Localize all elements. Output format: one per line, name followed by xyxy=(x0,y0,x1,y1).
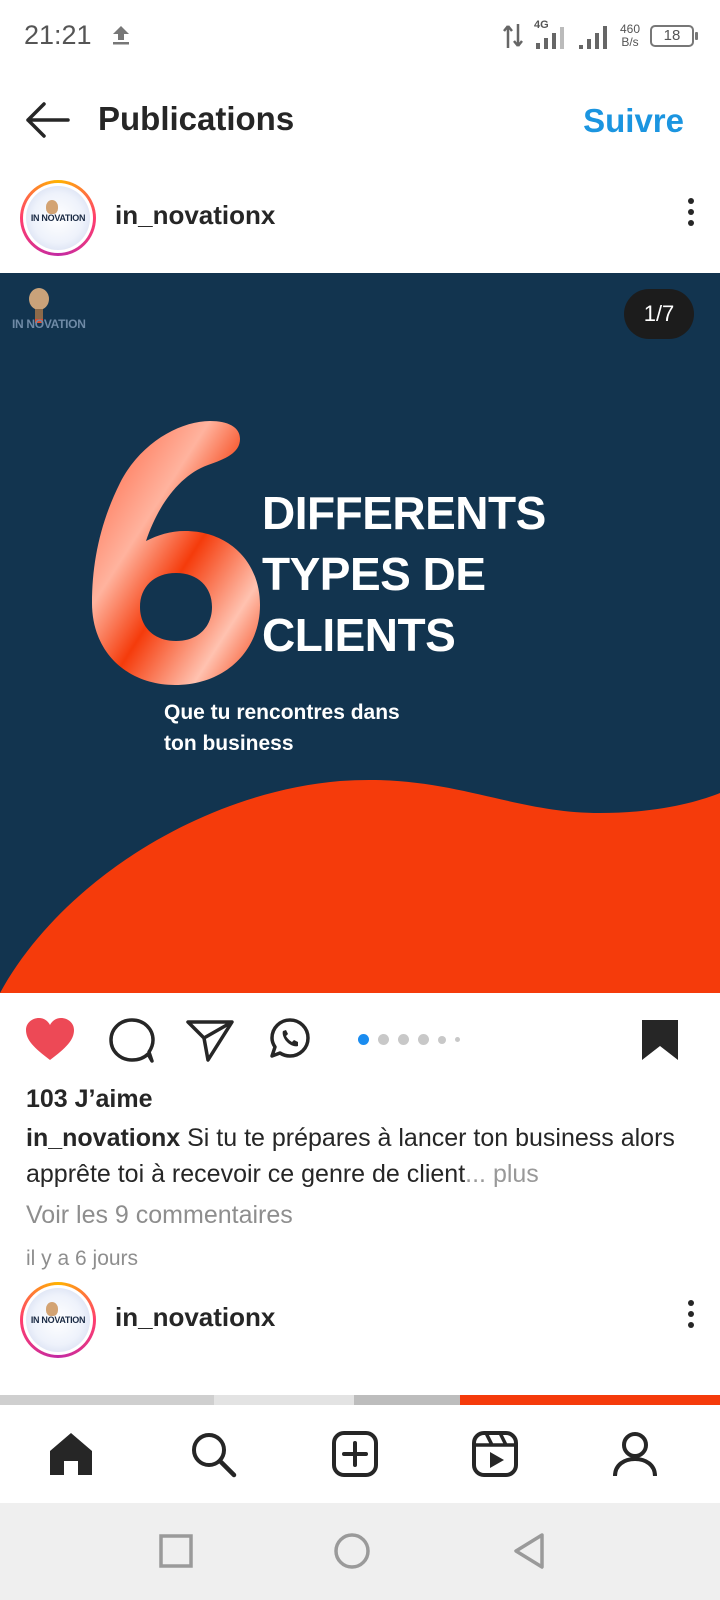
battery-indicator: 18 xyxy=(650,25,698,47)
more-options-icon[interactable] xyxy=(684,1300,698,1336)
lightbulb-logo-icon xyxy=(46,200,58,214)
lightbulb-logo-icon xyxy=(46,1302,58,1316)
carousel-dot xyxy=(418,1034,429,1045)
bookmark-icon[interactable] xyxy=(638,1016,690,1064)
status-indicators: 4G 460 B/s 18 xyxy=(502,18,698,54)
whatsapp-icon[interactable] xyxy=(262,1016,314,1064)
back-arrow-icon[interactable] xyxy=(22,98,72,142)
next-post-header: IN NOVATION in_novationx xyxy=(0,1272,720,1362)
carousel-dot-active xyxy=(358,1034,369,1045)
data-transfer-icon xyxy=(502,24,523,48)
post-caption: in_novationx Si tu te prépares à lancer … xyxy=(26,1120,698,1192)
caption-username[interactable]: in_novationx xyxy=(26,1124,180,1152)
image-subtitle-line-1: Que tu rencontres dans xyxy=(164,701,400,724)
avatar-logo-text: IN NOVATION xyxy=(30,1315,86,1325)
add-post-icon[interactable] xyxy=(330,1429,380,1479)
page-title: Publications xyxy=(98,100,295,137)
post-username[interactable]: in_novationx xyxy=(115,1302,275,1333)
post-actions xyxy=(0,1000,720,1080)
carousel-dot xyxy=(455,1037,460,1042)
orange-wave xyxy=(0,779,720,993)
avatar-logo-text: IN NOVATION xyxy=(30,213,86,223)
header: Publications Suivre xyxy=(0,82,720,158)
status-time: 21:21 xyxy=(24,20,92,50)
carousel-dot xyxy=(378,1034,389,1045)
image-subtitle: Que tu rencontres dans ton business xyxy=(164,697,484,759)
carousel-dot xyxy=(398,1034,409,1045)
signal-4g-icon: 4G xyxy=(534,19,568,51)
status-bar: 21:21 4G 460 B/s 18 xyxy=(0,0,720,72)
more-options-icon[interactable] xyxy=(684,198,698,234)
post-username[interactable]: in_novationx xyxy=(115,200,275,231)
follow-button[interactable]: Suivre xyxy=(583,102,684,140)
send-icon[interactable] xyxy=(184,1016,236,1064)
recent-apps-icon[interactable] xyxy=(156,1531,196,1571)
back-triangle-icon[interactable] xyxy=(510,1531,550,1571)
post-image[interactable]: IN NOVATION 1/7 DIFFERENTS TYPES DE CLIE… xyxy=(0,273,720,993)
heart-icon[interactable] xyxy=(24,1016,76,1064)
search-icon[interactable] xyxy=(188,1429,238,1479)
system-navigation-bar xyxy=(0,1503,720,1600)
view-comments-link[interactable]: Voir les 9 commentaires xyxy=(26,1201,293,1230)
image-logo-text: IN NOVATION xyxy=(12,317,86,331)
big-number-six xyxy=(92,421,260,685)
carousel-dots xyxy=(358,1034,460,1045)
image-title-line-1: DIFFERENTS xyxy=(262,487,546,539)
image-title-line-2: TYPES DE xyxy=(262,548,486,600)
net-speed: 460 B/s xyxy=(620,23,640,49)
reels-icon[interactable] xyxy=(470,1429,520,1479)
carousel-dot xyxy=(438,1035,446,1044)
profile-icon[interactable] xyxy=(610,1429,660,1479)
signal-bars-icon xyxy=(578,26,607,49)
upload-icon xyxy=(113,26,129,45)
home-circle-icon[interactable] xyxy=(332,1531,372,1571)
net-speed-unit: B/s xyxy=(621,35,639,49)
bottom-navigation xyxy=(0,1405,720,1503)
likes-count[interactable]: 103 J’aime xyxy=(26,1085,153,1114)
image-title-line-3: CLIENTS xyxy=(262,609,456,661)
carousel-counter: 1/7 xyxy=(624,289,694,339)
next-post-image-peek xyxy=(0,1395,720,1405)
post-timestamp: il y a 6 jours xyxy=(26,1247,139,1270)
image-logo: IN NOVATION xyxy=(12,287,112,337)
image-subtitle-line-2: ton business xyxy=(164,732,294,755)
image-title: DIFFERENTS TYPES DE CLIENTS xyxy=(262,483,546,666)
comment-icon[interactable] xyxy=(106,1016,158,1064)
avatar[interactable]: IN NOVATION xyxy=(20,180,96,256)
caption-more-link[interactable]: ... plus xyxy=(465,1160,539,1188)
avatar[interactable]: IN NOVATION xyxy=(20,1282,96,1358)
post-header: IN NOVATION in_novationx xyxy=(0,170,720,260)
home-icon[interactable] xyxy=(46,1429,96,1479)
